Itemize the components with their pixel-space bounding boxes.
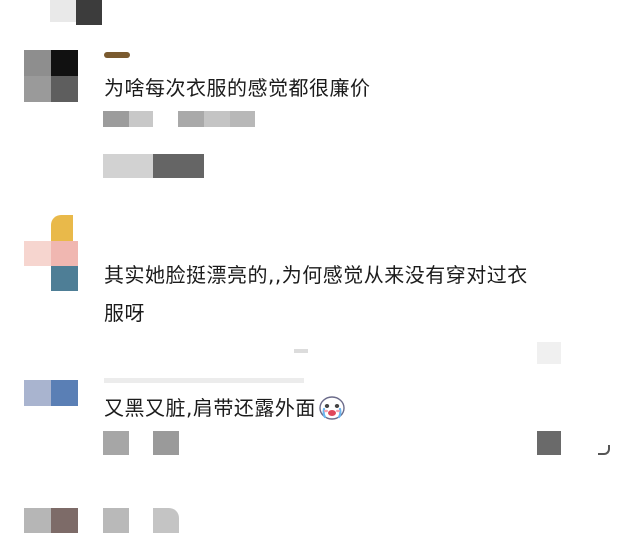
avatar-pixel	[24, 508, 51, 533]
username-blurred[interactable]	[104, 378, 304, 383]
meta-blurred	[129, 111, 153, 127]
comment-text-line2: 服呀	[104, 301, 145, 325]
comment-text: 为啥每次衣服的感觉都很廉价	[104, 76, 371, 100]
avatar-pixel	[51, 508, 78, 533]
meta-blurred	[178, 111, 204, 127]
avatar-pixel	[24, 50, 51, 76]
avatar-pixel	[51, 215, 73, 241]
username-blurred[interactable]	[104, 52, 130, 58]
top-blurred-block-light	[50, 0, 76, 22]
like-icon[interactable]	[537, 431, 561, 455]
blurred-icon[interactable]	[537, 342, 561, 364]
avatar-pixel	[51, 241, 78, 266]
crying-face-icon	[318, 394, 346, 420]
bottom-blurred-block	[103, 508, 129, 533]
avatar-pixel	[51, 50, 78, 76]
comment-item: 其实她脸挺漂亮的,,为何感觉从来没有穿对过衣 服呀	[0, 212, 640, 364]
avatar-pixel	[24, 380, 51, 406]
avatar[interactable]	[24, 212, 78, 292]
avatar-pixel	[51, 76, 78, 102]
blurred-mark	[598, 445, 610, 455]
meta-blurred	[153, 431, 179, 455]
meta-blurred	[103, 431, 129, 455]
comment-item: 又黑又脏,肩带还露外面	[0, 372, 640, 482]
action-blurred[interactable]	[153, 154, 204, 178]
meta-blurred	[204, 111, 230, 127]
action-blurred[interactable]	[103, 154, 153, 178]
avatar-pixel	[51, 380, 78, 406]
avatar-pixel	[51, 266, 78, 291]
avatar[interactable]	[24, 50, 78, 102]
comment-text: 又黑又脏,肩带还露外面	[104, 392, 346, 424]
comment-item: 为啥每次衣服的感觉都很廉价	[0, 40, 640, 190]
meta-blurred	[103, 111, 129, 127]
bottom-blurred-block	[153, 508, 179, 533]
avatar-pixel	[24, 76, 51, 102]
blurred-dot	[294, 349, 308, 353]
comment-text-content: 又黑又脏,肩带还露外面	[104, 396, 316, 420]
avatar[interactable]	[24, 380, 78, 406]
meta-blurred	[230, 111, 255, 127]
comment-text-line1: 其实她脸挺漂亮的,,为何感觉从来没有穿对过衣	[104, 263, 528, 287]
avatar-pixel	[24, 241, 51, 266]
top-blurred-block-dark	[76, 0, 102, 25]
